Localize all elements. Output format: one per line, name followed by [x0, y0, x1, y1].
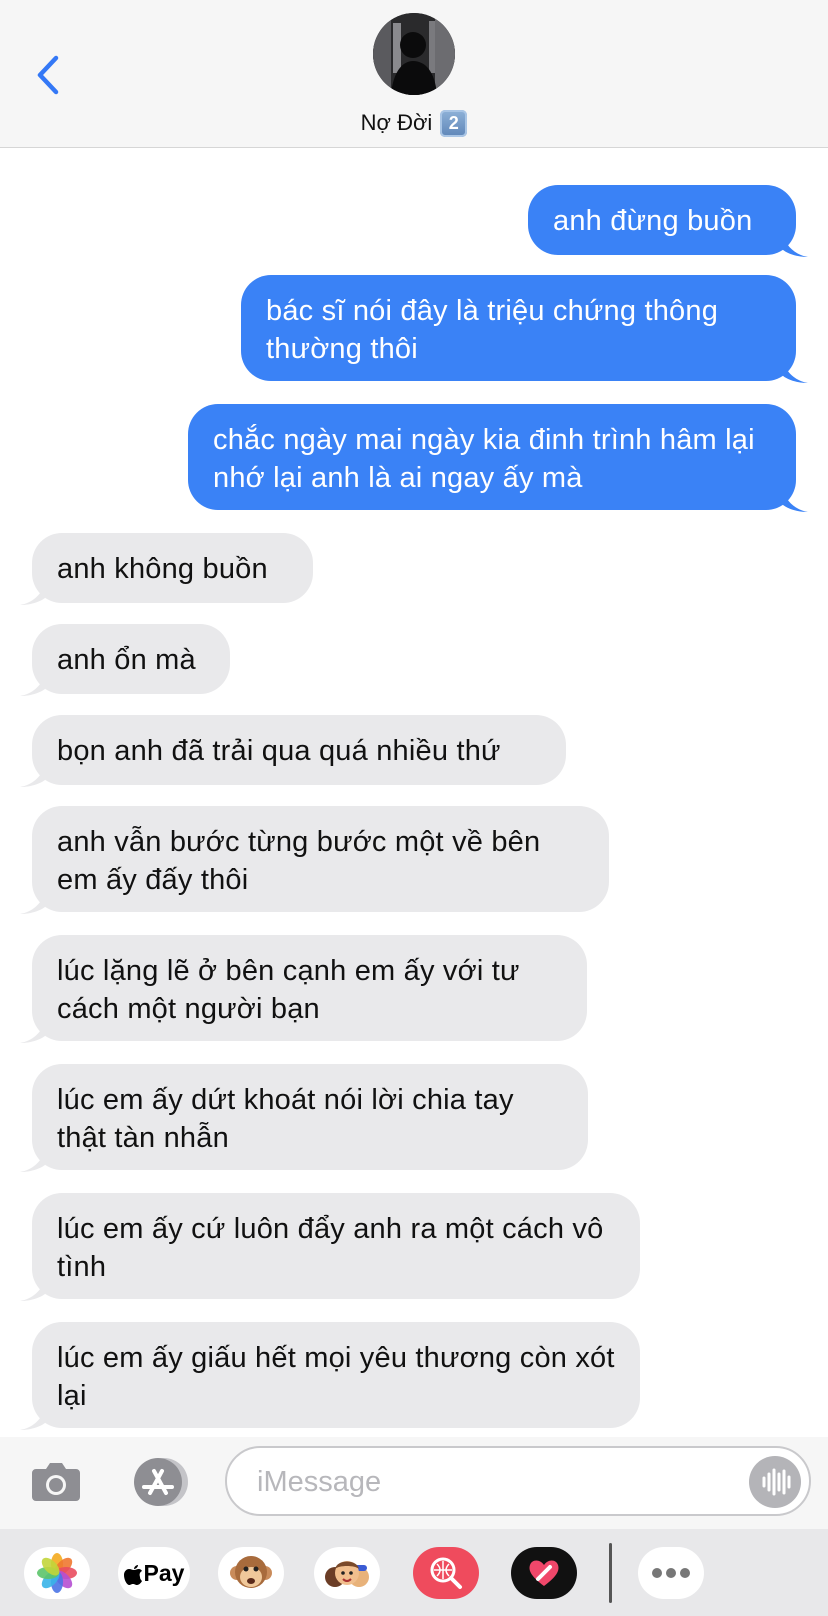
message-input-bar	[0, 1437, 828, 1529]
message-bubble-outgoing[interactable]: anh đừng buồn	[528, 185, 808, 257]
bubble-tail	[782, 359, 808, 383]
digital-touch-icon[interactable]	[511, 1547, 577, 1599]
apple-logo-icon	[123, 1565, 142, 1585]
message-bubble-incoming[interactable]: lúc em ấy dứt khoát nói lời chia tay thậ…	[20, 1064, 588, 1172]
contact-name: Nợ Đời	[360, 110, 433, 135]
message-text: bọn anh đã trải qua quá nhiều thứ	[57, 735, 501, 767]
message-text: anh ổn mà	[57, 644, 196, 676]
audio-waveform-icon[interactable]	[749, 1456, 801, 1508]
message-bubble-outgoing[interactable]: chắc ngày mai ngày kia đinh trình hâm lạ…	[188, 404, 808, 512]
more-icon[interactable]	[638, 1547, 704, 1599]
message-text: lúc em ấy giấu hết mọi yêu thương còn xó…	[57, 1342, 615, 1412]
message-bubble-incoming[interactable]: anh ổn mà	[20, 624, 230, 696]
message-bubble-outgoing[interactable]: bác sĩ nói đây là triệu chứng thông thườ…	[241, 275, 808, 383]
message-bubble-incoming[interactable]: anh không buồn	[20, 533, 313, 605]
camera-icon[interactable]	[30, 1457, 82, 1503]
message-text: anh không buồn	[57, 553, 268, 585]
message-bubble-incoming[interactable]: lúc em ấy cứ luôn đẩy anh ra một cách vô…	[20, 1193, 640, 1301]
contact-title[interactable]: Nợ Đời 2	[0, 105, 828, 141]
bubble-tail	[20, 1406, 46, 1430]
message-input[interactable]	[255, 1461, 729, 1503]
bubble-tail	[20, 1148, 46, 1172]
bubble-tail	[782, 233, 808, 257]
bubble-tail	[782, 488, 808, 512]
drawer-divider	[609, 1543, 612, 1603]
message-bubble-incoming[interactable]: bọn anh đã trải qua quá nhiều thứ	[20, 715, 566, 787]
message-text: anh vẫn bước từng bước một về bên em ấy …	[57, 826, 541, 896]
apple-pay-label: Pay	[143, 1559, 185, 1586]
bubble-tail	[20, 763, 46, 787]
message-text: lúc lặng lẽ ở bên cạnh em ấy với tư cách…	[57, 955, 520, 1025]
contact-avatar[interactable]	[373, 13, 455, 95]
photos-icon[interactable]	[24, 1547, 90, 1599]
bubble-tail	[20, 1019, 46, 1043]
bubble-tail	[20, 890, 46, 914]
message-text: anh đừng buồn	[553, 205, 753, 237]
message-text: lúc em ấy dứt khoát nói lời chia tay thậ…	[57, 1084, 514, 1154]
app-store-icon[interactable]	[126, 1457, 190, 1507]
bubble-tail	[20, 1277, 46, 1301]
conversation-header: Nợ Đời 2	[0, 0, 828, 148]
bubble-tail	[20, 581, 46, 605]
bubble-tail	[20, 672, 46, 696]
monkey-memoji-icon[interactable]	[218, 1547, 284, 1599]
image-search-icon[interactable]	[413, 1547, 479, 1599]
message-thread: anh đừng buồn bác sĩ nói đây là triệu ch…	[0, 147, 828, 1437]
message-text: bác sĩ nói đây là triệu chứng thông thườ…	[266, 295, 719, 365]
message-text: chắc ngày mai ngày kia đinh trình hâm lạ…	[213, 424, 755, 494]
message-bubble-incoming[interactable]: lúc lặng lẽ ở bên cạnh em ấy với tư cách…	[20, 935, 587, 1043]
message-bubble-incoming[interactable]: anh vẫn bước từng bước một về bên em ấy …	[20, 806, 609, 914]
message-bubble-incoming[interactable]: lúc em ấy giấu hết mọi yêu thương còn xó…	[20, 1322, 640, 1430]
imessage-field[interactable]	[225, 1446, 811, 1516]
message-text: lúc em ấy cứ luôn đẩy anh ra một cách vô…	[57, 1213, 604, 1283]
app-drawer: Pay	[0, 1529, 828, 1616]
chevron-left-icon[interactable]	[30, 50, 66, 100]
memoji-stickers-icon[interactable]	[314, 1547, 380, 1599]
apple-pay-icon[interactable]: Pay	[118, 1547, 190, 1599]
keycap-two-emoji: 2	[440, 109, 468, 137]
